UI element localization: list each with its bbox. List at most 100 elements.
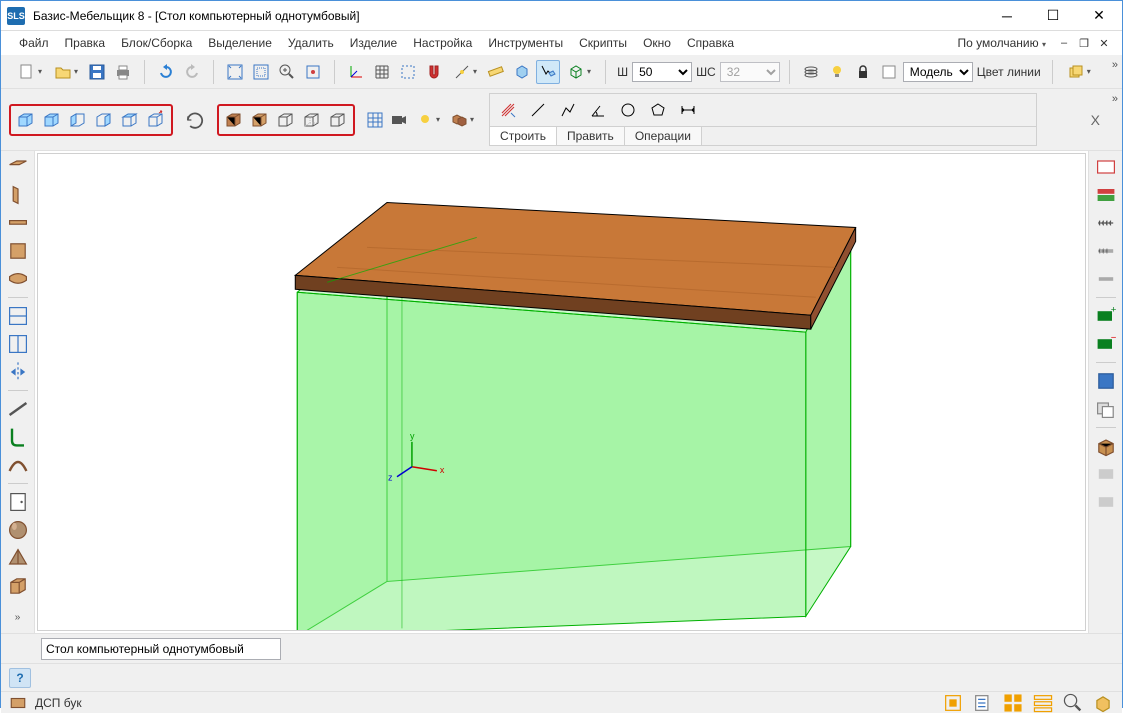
material-cubes-button[interactable]: ▾ — [445, 108, 479, 132]
sheets-button[interactable]: ▾ — [1062, 60, 1096, 84]
width-step-select[interactable]: 32 — [720, 62, 780, 82]
help-button[interactable]: ? — [9, 668, 31, 688]
sb-btn5[interactable] — [1062, 693, 1084, 713]
hatch-icon[interactable] — [496, 98, 520, 122]
split-v-button[interactable] — [6, 332, 30, 356]
zoom-in-button[interactable] — [275, 60, 299, 84]
view-back-button[interactable] — [40, 108, 64, 132]
color-swatch-button[interactable] — [877, 60, 901, 84]
shade-wire-button[interactable] — [274, 108, 298, 132]
panel-flat-button[interactable] — [6, 155, 30, 179]
minimize-button[interactable]: ─ — [984, 1, 1030, 31]
angle-tool-button[interactable] — [586, 98, 610, 122]
menu-file[interactable]: Файл — [11, 34, 57, 52]
sb-btn2[interactable] — [972, 693, 994, 713]
camera-button[interactable] — [387, 108, 411, 132]
r-screw3-button[interactable] — [1094, 267, 1118, 291]
menu-block[interactable]: Блок/Сборка — [113, 34, 200, 52]
box-button[interactable] — [6, 574, 30, 598]
profile-button[interactable] — [6, 425, 30, 449]
open-button[interactable]: ▾ — [49, 60, 83, 84]
layers-button[interactable] — [799, 60, 823, 84]
shade-texture-button[interactable] — [248, 108, 272, 132]
r-screw2-button[interactable] — [1094, 239, 1118, 263]
width-select[interactable]: 50 — [632, 62, 692, 82]
menu-settings[interactable]: Настройка — [405, 34, 480, 52]
r-grey2-button[interactable] — [1094, 490, 1118, 514]
sb-btn6[interactable] — [1092, 693, 1114, 713]
sb-btn1[interactable] — [942, 693, 964, 713]
bulb-button[interactable] — [825, 60, 849, 84]
table-button[interactable] — [363, 108, 387, 132]
lock-button[interactable] — [851, 60, 875, 84]
pyramid-button[interactable] — [6, 546, 30, 570]
zoom-pan-button[interactable] — [301, 60, 325, 84]
r-remove-panel-button[interactable]: − — [1094, 332, 1118, 356]
r-copy-panel-button[interactable] — [1094, 397, 1118, 421]
view-front-button[interactable] — [14, 108, 38, 132]
line-tool-button[interactable] — [526, 98, 550, 122]
undo-button[interactable] — [154, 60, 178, 84]
mdi-restore-button[interactable]: ❐ — [1076, 35, 1092, 51]
view-top-button[interactable] — [118, 108, 142, 132]
object-name-input[interactable] — [41, 638, 281, 660]
save-button[interactable] — [85, 60, 109, 84]
layout-dropdown[interactable]: По умолчанию ▾ — [951, 34, 1052, 52]
rotate-view-button[interactable] — [183, 108, 207, 132]
r-box-open-button[interactable] — [1094, 434, 1118, 458]
redo-button[interactable] — [180, 60, 204, 84]
menu-selection[interactable]: Выделение — [200, 34, 280, 52]
grid-button[interactable] — [370, 60, 394, 84]
panel-vert-button[interactable] — [6, 183, 30, 207]
sb-btn3[interactable] — [1002, 693, 1024, 713]
menu-window[interactable]: Окно — [635, 34, 679, 52]
mdi-close-button[interactable]: ✕ — [1096, 35, 1112, 51]
new-button[interactable]: ▾ — [13, 60, 47, 84]
light-button[interactable]: ▾ — [411, 108, 445, 132]
sphere-button[interactable] — [6, 518, 30, 542]
r-panel1-button[interactable] — [1094, 155, 1118, 179]
mode-select[interactable]: Модель — [903, 62, 973, 82]
view-right-button[interactable] — [92, 108, 116, 132]
r-grey1-button[interactable] — [1094, 462, 1118, 486]
maximize-button[interactable]: ☐ — [1030, 1, 1076, 31]
ribbon-tab-edit[interactable]: Править — [557, 127, 625, 145]
ribbon-tab-build[interactable]: Строить — [490, 127, 557, 145]
view-iso-button[interactable] — [144, 108, 168, 132]
r-panel2-button[interactable] — [1094, 183, 1118, 207]
ruler-button[interactable] — [484, 60, 508, 84]
zoom-window-button[interactable] — [249, 60, 273, 84]
polygon-tool-button[interactable] — [646, 98, 670, 122]
axes-button[interactable] — [344, 60, 368, 84]
sb-btn4[interactable] — [1032, 693, 1054, 713]
zoom-fit-button[interactable] — [223, 60, 247, 84]
r-blue-panel-button[interactable] — [1094, 369, 1118, 393]
ribbon-tab-operations[interactable]: Операции — [625, 127, 702, 145]
snap-rect-button[interactable] — [396, 60, 420, 84]
magnet-button[interactable] — [422, 60, 446, 84]
menu-help[interactable]: Справка — [679, 34, 742, 52]
toolbar-overflow-icon[interactable]: » — [1112, 59, 1118, 71]
r-add-panel-button[interactable]: + — [1094, 304, 1118, 328]
edge-tool-button[interactable] — [6, 397, 30, 421]
close-button[interactable]: ✕ — [1076, 1, 1122, 31]
bend-button[interactable] — [6, 453, 30, 477]
print-button[interactable] — [111, 60, 135, 84]
polyline-tool-button[interactable] — [556, 98, 580, 122]
view-left-button[interactable] — [66, 108, 90, 132]
menu-delete[interactable]: Удалить — [280, 34, 342, 52]
shade-solid-button[interactable] — [222, 108, 246, 132]
menu-product[interactable]: Изделие — [342, 34, 406, 52]
menu-edit[interactable]: Правка — [57, 34, 114, 52]
snap-dropdown-button[interactable]: ▾ — [448, 60, 482, 84]
3d-viewport[interactable]: x y z — [37, 153, 1086, 631]
mdi-minimize-button[interactable]: – — [1056, 35, 1072, 51]
iso-cube-button[interactable]: ▾ — [562, 60, 596, 84]
panel-horiz-button[interactable] — [6, 211, 30, 235]
dimension-tool-button[interactable] — [676, 98, 700, 122]
mirror-h-button[interactable] — [6, 360, 30, 384]
cursor-cube-button[interactable] — [536, 60, 560, 84]
r-screw-button[interactable] — [1094, 211, 1118, 235]
panel-box-button[interactable] — [6, 239, 30, 263]
cube-select-button[interactable] — [510, 60, 534, 84]
